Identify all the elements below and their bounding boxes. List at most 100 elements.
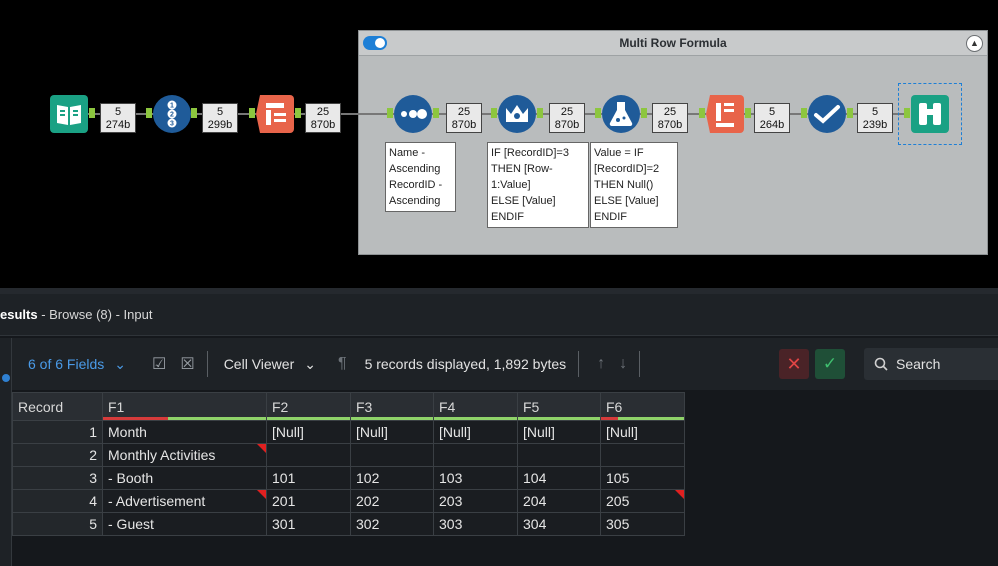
record-count-badge: 5 264b [754,103,790,133]
badge-count: 5 [114,106,122,118]
record-id-tool[interactable]: 1 2 3 [153,95,191,133]
output-anchor[interactable] [847,108,853,118]
table-cell[interactable]: 303 [433,512,518,536]
sort-tool[interactable] [394,95,432,133]
transpose-icon [256,95,294,133]
table-cell[interactable]: [Null] [266,420,351,444]
table-cell[interactable]: 204 [517,489,601,513]
sort-annotation[interactable]: Name - Ascending RecordID - Ascending [385,142,456,212]
table-cell[interactable]: Month [102,420,267,444]
record-count-badge: 5 274b [100,103,136,133]
table-cell[interactable] [350,443,434,467]
table-cell[interactable]: [Null] [350,420,434,444]
input-anchor[interactable] [801,108,807,118]
table-row[interactable]: 3 - Booth 101 102 103 104 105 [12,466,685,490]
workflow-canvas[interactable]: Multi Row Formula ▲ 1 2 3 5 274b 5 299b … [0,0,998,288]
table-cell[interactable]: - Guest [102,512,267,536]
cross-tab-tool[interactable] [706,95,744,133]
table-cell[interactable] [600,443,685,467]
collapse-icon[interactable]: ▲ [966,35,983,52]
table-cell[interactable]: 203 [433,489,518,513]
cell-value: 205 [606,493,630,509]
table-cell[interactable]: 304 [517,512,601,536]
table-row[interactable]: 5 - Guest 301 302 303 304 305 [12,512,685,536]
browse-tool[interactable] [911,95,949,133]
pilcrow-icon[interactable]: ¶ [338,355,347,373]
fields-label: 6 of 6 Fields [28,356,105,372]
column-header[interactable]: F6 [600,392,685,421]
column-header[interactable]: Record [12,392,103,421]
table-cell[interactable] [433,443,518,467]
formula-tool[interactable] [602,95,640,133]
table-cell[interactable]: 104 [517,466,601,490]
fields-dropdown[interactable]: 6 of 6 Fields ⌄ [28,356,126,373]
table-cell[interactable] [517,443,601,467]
record-count-badge: 5 299b [202,103,238,133]
column-header[interactable]: F2 [266,392,351,421]
chevron-down-icon: ⌄ [114,355,126,372]
rail-dot-icon[interactable] [2,374,10,382]
table-cell[interactable]: 301 [266,512,351,536]
close-icon[interactable]: ✕ [779,349,809,379]
formula-annotation[interactable]: Value = IF [RecordID]=2 THEN Null() ELSE… [590,142,678,228]
table-row[interactable]: 4 - Advertisement 201 202 203 204 205 [12,489,685,513]
truncation-flag [257,444,266,453]
multi-row-formula-annotation[interactable]: IF [RecordID]=3 THEN [Row- 1:Value] ELSE… [487,142,589,228]
input-anchor[interactable] [146,108,152,118]
table-cell[interactable]: 205 [600,489,685,513]
input-anchor[interactable] [595,108,601,118]
table-cell[interactable]: 201 [266,489,351,513]
check-icon[interactable]: ✓ [815,349,845,379]
table-cell[interactable]: 302 [350,512,434,536]
badge-size: 264b [759,119,785,131]
column-header[interactable]: F1 [102,392,267,421]
input-data-tool[interactable] [50,95,88,133]
output-anchor[interactable] [641,108,647,118]
table-cell[interactable]: 101 [266,466,351,490]
output-anchor[interactable] [745,108,751,118]
table-cell[interactable]: [Null] [600,420,685,444]
input-anchor[interactable] [249,108,255,118]
table-cell[interactable]: - Booth [102,466,267,490]
output-anchor[interactable] [295,108,301,118]
table-cell[interactable]: Monthly Activities [102,443,267,467]
transpose-tool[interactable] [256,95,294,133]
search-input[interactable]: Search [864,348,998,380]
table-cell[interactable]: 105 [600,466,685,490]
input-anchor[interactable] [904,108,910,118]
input-anchor[interactable] [699,108,705,118]
cell-viewer-dropdown[interactable]: Cell Viewer ⌄ [224,356,316,373]
deselect-all-icon[interactable]: ☒ [180,354,194,374]
table-cell[interactable]: [Null] [517,420,601,444]
table-cell[interactable]: - Advertisement [102,489,267,513]
multi-row-formula-tool[interactable] [498,95,536,133]
output-anchor[interactable] [433,108,439,118]
table-cell[interactable] [266,443,351,467]
output-anchor[interactable] [191,108,197,118]
output-anchor[interactable] [537,108,543,118]
input-anchor[interactable] [387,108,393,118]
table-cell[interactable]: 305 [600,512,685,536]
input-anchor[interactable] [491,108,497,118]
arrow-up-icon[interactable]: ↑ [597,355,605,373]
column-header[interactable]: F5 [517,392,601,421]
badge-count: 5 [871,106,879,118]
table-cell[interactable]: 202 [350,489,434,513]
column-header-label: F4 [439,398,456,415]
cell-value: - Advertisement [108,493,206,509]
column-header[interactable]: F3 [350,392,434,421]
arrow-down-icon[interactable]: ↓ [619,355,627,373]
container-header[interactable]: Multi Row Formula ▲ [359,31,987,56]
table-cell[interactable]: [Null] [433,420,518,444]
select-all-icon[interactable]: ☑ [152,354,166,374]
select-tool[interactable] [808,95,846,133]
table-cell[interactable]: 103 [433,466,518,490]
table-row[interactable]: 1 Month [Null] [Null] [Null] [Null] [Nul… [12,420,685,444]
table-row[interactable]: 2 Monthly Activities [12,443,685,467]
svg-text:1: 1 [170,103,174,110]
table-cell[interactable]: 102 [350,466,434,490]
truncation-flag [257,490,266,499]
results-table: Record F1 F2 F3 F4 F5 F6 1 Month [Null] … [12,392,685,536]
column-header[interactable]: F4 [433,392,518,421]
output-anchor[interactable] [89,108,95,118]
